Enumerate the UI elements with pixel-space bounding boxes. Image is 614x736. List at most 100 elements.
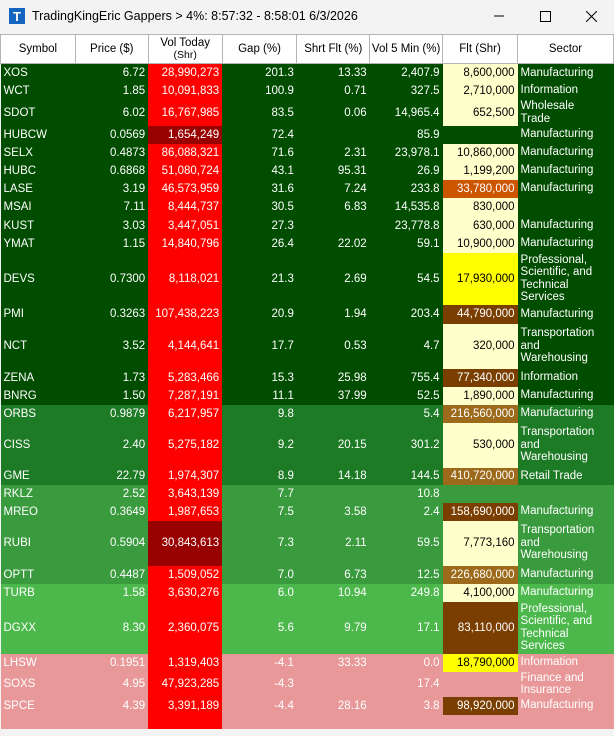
- vol5-cell: 12.5: [417, 568, 440, 581]
- vol5-cell: 3.8: [423, 699, 440, 712]
- symbol-cell: GME: [3, 470, 30, 482]
- table-row[interactable]: KUST 3.03 3,447,051 27.3 23,778.8 630,000 Manu…: [0, 216, 614, 235]
- column-header[interactable]: Flt (Shr): [442, 34, 519, 64]
- sector-line: Technical: [520, 627, 569, 640]
- table-row[interactable]: ZENA 1.73 5,283,466 15.3 25.98 755.4 77,340,00…: [0, 368, 614, 387]
- vol-today-cell: 30,843,613: [148, 520, 223, 566]
- price-cell: 1.58: [122, 586, 146, 599]
- minimize-button[interactable]: [476, 0, 522, 32]
- vol5-cell: 0.0: [423, 656, 440, 669]
- table-row[interactable]: SDOT 6.02 16,767,985 83.5 0.06 14,965.4 652,50…: [0, 99, 614, 126]
- float-cell: 10,860,000: [442, 143, 518, 162]
- sector-line: Manufacturing: [520, 146, 594, 159]
- column-header-label: Symbol: [18, 43, 58, 55]
- gap-cell: 43.1: [271, 164, 294, 177]
- column-header[interactable]: Vol Today (Shr): [147, 34, 223, 64]
- table-row[interactable]: RUBI 0.5904 30,843,613 7.3 2.11 59.5 7,773,160…: [0, 520, 614, 566]
- vol-today-cell: 3,447,051: [148, 216, 223, 235]
- title-bar[interactable]: T TradingKingEric Gappers > 4%: 8:57:32 …: [0, 0, 614, 32]
- table-row[interactable]: ORBS 0.9879 6,217,957 9.8 5.4 216,560,000 Manu…: [0, 404, 614, 423]
- vol-today-cell: 5,283,466: [148, 368, 223, 387]
- price-cell: 0.7300: [109, 272, 146, 285]
- short-float-cell: [297, 715, 370, 729]
- table-row[interactable]: WCT 1.85 10,091,833 100.9 0.71 327.5 2,710,000…: [0, 81, 614, 100]
- vol5-cell: 5.4: [423, 407, 440, 420]
- sector-line: Manufacturing: [520, 307, 594, 320]
- table-row[interactable]: MREO 0.3649 1,987,653 7.5 3.58 2.4 158,690,000…: [0, 502, 614, 521]
- vol-today-cell: 107,438,223: [148, 304, 223, 324]
- short-float-cell: 33.33: [337, 656, 367, 669]
- table-row[interactable]: CISS 2.40 5,275,182 9.2 20.15 301.2 530,000 Tra…: [0, 422, 614, 468]
- vol5-cell: 327.5: [410, 84, 440, 97]
- table-row[interactable]: LHSW 0.1951 1,319,403 -4.1 33.33 0.0 18,790,00…: [0, 653, 614, 672]
- symbol-cell: OPTT: [3, 568, 35, 581]
- gap-cell: 8.9: [277, 470, 294, 482]
- table-row[interactable]: BNRG 1.50 7,287,191 11.1 37.99 52.5 1,890,000 M…: [0, 386, 614, 405]
- column-header[interactable]: Sector: [517, 34, 614, 64]
- short-float-cell: 25.98: [337, 371, 367, 384]
- maximize-button[interactable]: [522, 0, 568, 32]
- symbol-cell: DEVS: [3, 272, 35, 285]
- column-header[interactable]: Vol 5 Min (%): [369, 34, 444, 64]
- gap-cell: 27.3: [271, 219, 294, 232]
- table-row[interactable]: HUBC 0.6868 51,080,724 43.1 95.31 26.9 1,199,2…: [0, 161, 614, 180]
- gappers-table-container[interactable]: Symbol Price ($) Vol Today (Shr) Gap (%) Shrt…: [0, 34, 614, 736]
- table-row[interactable]: DEVS 0.7300 8,118,021 21.3 2.69 54.5 17,930,00…: [0, 252, 614, 305]
- table-row[interactable]: XOS 6.72 28,990,273 201.3 13.33 2,407.9 8,600,…: [0, 63, 614, 82]
- short-float-cell: 2.31: [344, 146, 367, 159]
- table-row[interactable]: OPTT 0.4487 1,509,052 7.0 6.73 12.5 226,680,00…: [0, 565, 614, 584]
- vol-today-cell: 1,654,249: [148, 125, 223, 144]
- symbol-cell: BNRG: [3, 389, 37, 402]
- gappers-table: Symbol Price ($) Vol Today (Shr) Gap (%) Shrt…: [0, 34, 614, 729]
- price-cell: 0.4487: [109, 568, 146, 581]
- gap-cell: 83.5: [271, 106, 294, 119]
- column-header[interactable]: Shrt Flt (%): [296, 34, 371, 64]
- table-row[interactable]: GME 22.79 1,974,307 8.9 14.18 144.5 410,720,00…: [0, 467, 614, 485]
- table-row[interactable]: NCT 3.52 4,144,641 17.7 0.53 4.7 320,000 Transp…: [0, 323, 614, 369]
- vol5-cell: 17.4: [417, 678, 440, 690]
- symbol-cell: XOS: [3, 66, 28, 79]
- sector-line: Technical: [520, 278, 569, 291]
- column-header[interactable]: Symbol: [0, 34, 76, 64]
- header-row: Symbol Price ($) Vol Today (Shr) Gap (%) Shrt…: [0, 34, 614, 64]
- vol5-cell: 2,407.9: [401, 66, 440, 79]
- table-row[interactable]: PMI 0.3263 107,438,223 20.9 1.94 203.4 44,790,…: [0, 304, 614, 324]
- symbol-cell: MSAI: [3, 201, 32, 213]
- table-row[interactable]: SOXS 4.95 47,923,285 -4.3 17.4 Finance and Ins…: [0, 671, 614, 697]
- sector-cell: Manufacturing: [518, 503, 614, 521]
- table-row[interactable]: LASE 3.19 46,573,959 31.6 7.24 233.8 33,780,00…: [0, 179, 614, 198]
- table-row[interactable]: DGXX 8.30 2,360,075 5.6 9.79 17.1 83,110,000 Pr…: [0, 601, 614, 654]
- close-button[interactable]: [568, 0, 614, 32]
- table-row[interactable]: SELX 0.4873 86,088,321 71.6 2.31 23,978.1 10,8…: [0, 143, 614, 162]
- symbol-cell: SPCE: [3, 699, 35, 712]
- table-row[interactable]: [0, 714, 614, 729]
- price-cell: 0.3263: [109, 308, 146, 320]
- float-cell: [443, 672, 518, 697]
- column-header-label: Gap (%): [238, 43, 281, 55]
- gap-cell: 71.6: [271, 146, 294, 159]
- table-row[interactable]: YMAT 1.15 14,840,796 26.4 22.02 59.1 10,900,00…: [0, 234, 614, 253]
- column-header[interactable]: Price ($): [74, 34, 149, 64]
- column-header[interactable]: Gap (%): [221, 34, 298, 64]
- symbol-cell: RUBI: [3, 537, 31, 549]
- gap-cell: 72.4: [271, 128, 294, 141]
- table-row[interactable]: SPCE 4.39 3,391,189 -4.4 28.16 3.8 98,920,000 M…: [0, 696, 614, 715]
- table-row[interactable]: MSAI 7.11 8,444,737 30.5 6.83 14,535.8 830,000: [0, 197, 614, 217]
- price-cell: 0.0569: [109, 128, 146, 141]
- short-float-cell: [297, 405, 370, 423]
- gap-cell: 21.3: [271, 272, 294, 285]
- short-float-cell: 14.18: [337, 470, 367, 482]
- sector-line: Manufacturing: [520, 237, 594, 250]
- table-row[interactable]: RKLZ 2.52 3,643,139 7.7 10.8: [0, 484, 614, 503]
- vol5-cell: 144.5: [410, 470, 440, 482]
- sector-cell: Manufacturing: [518, 180, 614, 198]
- price-cell: 0.1951: [109, 656, 146, 669]
- sector-line: Transportation: [520, 524, 595, 537]
- sector-cell: Professional, Scientific, and Technical Ser…: [518, 602, 614, 654]
- float-cell: 158,690,000: [442, 502, 518, 521]
- table-row[interactable]: TURB 1.58 3,630,276 6.0 10.94 249.8 4,100,000 M…: [0, 583, 614, 602]
- vol5-cell: [370, 715, 443, 729]
- table-row[interactable]: HUBCW 0.0569 1,654,249 72.4 85.9 Manufacturin…: [0, 125, 614, 144]
- vol5-cell: 26.9: [417, 164, 440, 177]
- vol5-cell: 23,978.1: [394, 146, 440, 159]
